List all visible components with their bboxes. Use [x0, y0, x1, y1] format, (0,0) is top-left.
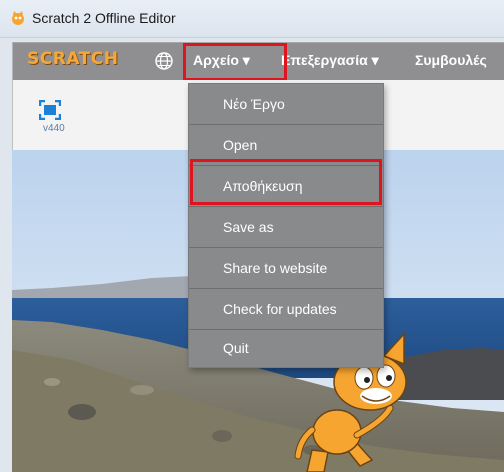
menu-tips[interactable]: Συμβουλές: [415, 52, 487, 68]
window-title: Scratch 2 Offline Editor: [32, 10, 176, 26]
menu-edit[interactable]: Επεξεργασία ▾: [281, 52, 379, 69]
version-label: v440: [43, 123, 65, 134]
menu-item-quit[interactable]: Quit: [189, 328, 383, 368]
menu-item-new-project[interactable]: Νέο Έργο: [189, 84, 383, 124]
menu-bar: SCRATCH Αρχείο ▾ Επεξεργασία ▾ Συμβουλές: [12, 42, 504, 81]
file-menu-highlight-box: [183, 43, 287, 81]
scratch-window: Scratch 2 Offline Editor SCRATCH Αρχείο …: [0, 0, 504, 472]
title-bar: Scratch 2 Offline Editor: [0, 0, 504, 38]
scratch-cat-icon: [12, 11, 24, 25]
menu-item-check-for-updates[interactable]: Check for updates: [189, 289, 383, 329]
menu-item-share-to-website[interactable]: Share to website: [189, 248, 383, 288]
globe-icon[interactable]: [153, 50, 175, 72]
fullscreen-icon[interactable]: [39, 100, 61, 120]
save-highlight-box: [190, 159, 382, 205]
scratch-logo[interactable]: SCRATCH: [27, 49, 118, 69]
menu-item-save-as[interactable]: Save as: [189, 207, 383, 247]
file-dropdown-menu: Νέο Έργο Open Αποθήκευση Save as Share t…: [188, 83, 384, 368]
